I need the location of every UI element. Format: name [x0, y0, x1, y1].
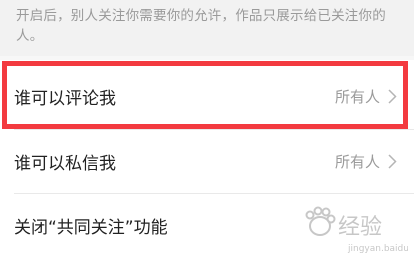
watermark-url: jingyan.baidu.com — [347, 244, 408, 254]
who-can-comment-label: 谁可以评论我 — [14, 88, 116, 109]
who-can-message-label: 谁可以私信我 — [14, 153, 116, 174]
who-can-message-row[interactable]: 谁可以私信我 所有人 — [0, 130, 414, 192]
baidu-jingyan-watermark: 经验 jingyan.baidu.com — [305, 206, 408, 254]
chevron-right-icon — [386, 88, 398, 104]
who-can-comment-value: 所有人 — [334, 87, 380, 106]
who-can-message-value: 所有人 — [334, 152, 380, 171]
chevron-right-icon — [386, 153, 398, 169]
who-can-comment-row[interactable]: 谁可以评论我 所有人 — [0, 62, 414, 130]
privacy-hint-text: 开启后，别人关注你需要你的允许，作品只展示给已关注你的人。 — [0, 0, 414, 56]
watermark-text: 经验 — [338, 215, 382, 240]
